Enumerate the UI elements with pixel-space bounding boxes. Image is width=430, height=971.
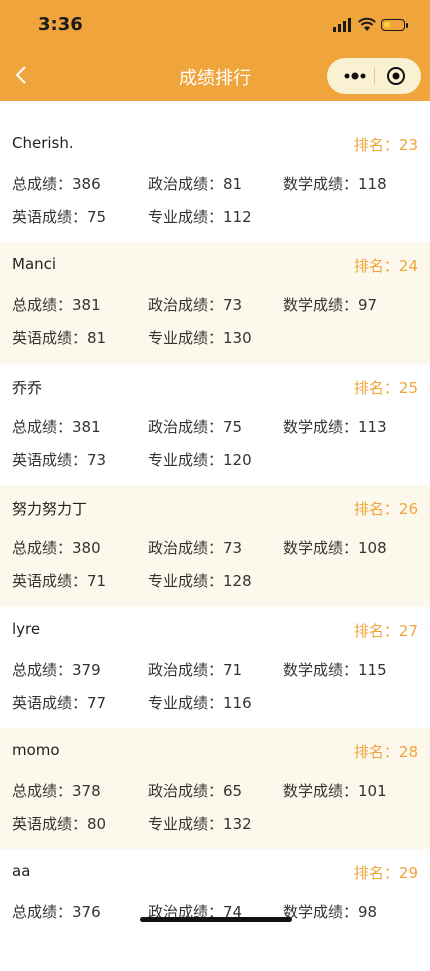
header: 3:36 成绩排行 [0, 0, 430, 101]
major-score: 专业成绩：130 [148, 329, 252, 348]
english-score: 英语成绩：75 [12, 208, 107, 226]
ranking-list: Cherish. 排名：23 总成绩：386 政治成绩：81 数学成绩：118 … [0, 101, 430, 971]
home-indicator[interactable] [140, 917, 292, 922]
politics-score: 政治成绩：81 [148, 175, 243, 193]
wifi-icon [358, 17, 376, 31]
major-score: 专业成绩：112 [148, 208, 252, 226]
math-score: 数学成绩：97 [283, 296, 378, 315]
english-score: 英语成绩：73 [12, 450, 107, 469]
total-score: 总成绩：381 [12, 296, 101, 315]
math-score: 数学成绩：108 [283, 539, 387, 558]
rank-label: 排名：23 [353, 136, 418, 154]
politics-score: 政治成绩：65 [148, 781, 243, 800]
total-score: 总成绩：379 [12, 660, 101, 679]
math-score: 数学成绩：113 [283, 417, 387, 436]
english-score: 英语成绩：80 [12, 814, 107, 833]
list-item[interactable]: aa 排名：29 总成绩：376 政治成绩：74 数学成绩：98 [0, 849, 430, 971]
major-score: 专业成绩：116 [148, 693, 252, 712]
rank-label: 排名：26 [353, 500, 418, 519]
major-score: 专业成绩：128 [148, 572, 252, 591]
rank-label: 排名：24 [353, 257, 418, 276]
rank-label: 排名：25 [353, 378, 418, 397]
english-score: 英语成绩：77 [12, 693, 107, 712]
rank-label: 排名：29 [353, 864, 418, 883]
student-name: lyre [12, 619, 41, 638]
politics-score: 政治成绩：73 [148, 296, 243, 315]
battery-tip [406, 23, 408, 28]
list-item[interactable]: momo 排名：28 总成绩：378 政治成绩：65 数学成绩：101 英语成绩… [0, 727, 430, 850]
student-name: Cherish. [12, 134, 74, 152]
navbar: 成绩排行 [0, 52, 430, 101]
battery-icon [381, 19, 405, 31]
total-score: 总成绩：380 [12, 539, 101, 558]
politics-score: 政治成绩：73 [148, 539, 243, 558]
student-name: 努力努力丁 [12, 500, 88, 519]
major-score: 专业成绩：132 [148, 814, 252, 833]
list-item[interactable]: 乔乔 排名：25 总成绩：381 政治成绩：75 数学成绩：113 英语成绩：7… [0, 363, 430, 486]
list-item[interactable]: Manci 排名：24 总成绩：381 政治成绩：73 数学成绩：97 英语成绩… [0, 242, 430, 364]
math-score: 数学成绩：118 [283, 175, 387, 193]
status-bar: 3:36 [0, 0, 430, 52]
english-score: 英语成绩：81 [12, 329, 107, 348]
signal-icon [333, 18, 351, 32]
total-score: 总成绩：378 [12, 781, 101, 800]
student-name: 乔乔 [12, 378, 43, 397]
student-name: aa [12, 862, 31, 881]
math-score: 数学成绩：98 [283, 903, 378, 922]
math-score: 数学成绩：101 [283, 781, 387, 800]
student-name: Manci [12, 255, 57, 274]
rank-label: 排名：28 [353, 742, 418, 761]
status-time: 3:36 [38, 14, 83, 35]
total-score: 总成绩：386 [12, 175, 101, 193]
miniapp-capsule [327, 58, 421, 94]
total-score: 总成绩：376 [12, 903, 101, 922]
student-name: momo [12, 740, 60, 759]
total-score: 总成绩：381 [12, 417, 101, 436]
politics-score: 政治成绩：71 [148, 660, 243, 679]
list-top-gap [0, 101, 430, 121]
math-score: 数学成绩：115 [283, 660, 387, 679]
more-icon[interactable] [341, 58, 371, 94]
rank-label: 排名：27 [353, 621, 418, 640]
politics-score: 政治成绩：75 [148, 417, 243, 436]
english-score: 英语成绩：71 [12, 572, 107, 591]
major-score: 专业成绩：120 [148, 450, 252, 469]
list-item[interactable]: 努力努力丁 排名：26 总成绩：380 政治成绩：73 数学成绩：108 英语成… [0, 485, 430, 607]
close-target-icon[interactable] [386, 66, 406, 86]
list-item[interactable]: lyre 排名：27 总成绩：379 政治成绩：71 数学成绩：115 英语成绩… [0, 606, 430, 728]
capsule-divider [374, 68, 375, 84]
list-item[interactable]: Cherish. 排名：23 总成绩：386 政治成绩：81 数学成绩：118 … [0, 121, 430, 243]
